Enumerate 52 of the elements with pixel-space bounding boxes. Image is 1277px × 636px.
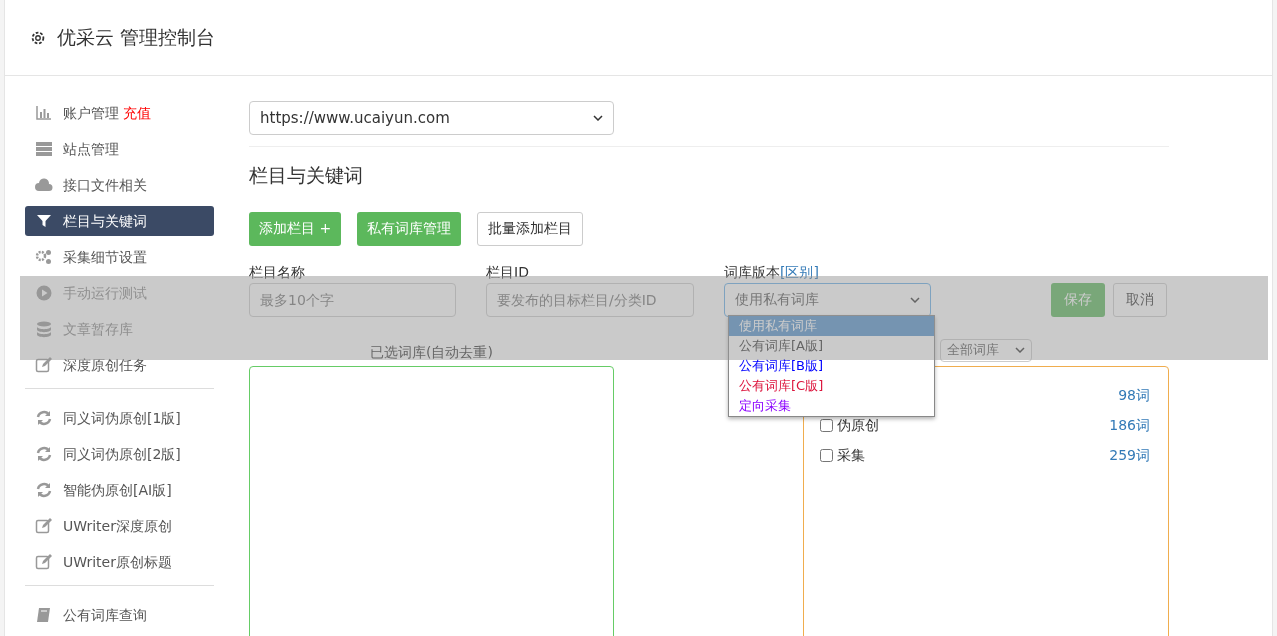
sidebar-item[interactable]: 账户管理 充值 — [25, 98, 214, 128]
play-icon — [35, 284, 53, 302]
console-title: 优采云 管理控制台 — [57, 25, 216, 51]
caret-icon — [1015, 347, 1025, 353]
edit-icon — [35, 517, 53, 535]
caret-icon — [910, 296, 920, 303]
database-icon — [35, 320, 53, 338]
refresh-icon — [35, 409, 53, 427]
cancel-button[interactable]: 取消 — [1113, 282, 1167, 317]
sidebar-item[interactable]: 接口文件相关 — [25, 170, 214, 200]
checkbox[interactable] — [820, 419, 833, 432]
dropdown-option[interactable]: 定向采集 — [729, 396, 934, 416]
caret-icon — [593, 115, 603, 121]
sidebar-item[interactable]: UWriter原创标题 — [25, 547, 214, 577]
sidebar-item[interactable]: 深度原创任务 — [25, 350, 214, 380]
edit-icon — [35, 553, 53, 571]
library-name: 伪原创 — [837, 416, 879, 435]
sidebar-item[interactable]: 公有词库查询 — [25, 600, 214, 630]
sidebar-item[interactable]: UWriter深度原创 — [25, 511, 214, 541]
section-title: 栏目与关键词 — [249, 163, 364, 188]
library-name: 采集 — [837, 446, 865, 465]
word-count: 186词 — [1109, 416, 1150, 435]
word-count: 98词 — [1118, 386, 1150, 405]
edit-icon — [35, 356, 53, 374]
sidebar-item[interactable]: 站点管理 — [25, 134, 214, 164]
bar-chart-icon — [35, 104, 53, 122]
word-count: 259词 — [1109, 446, 1150, 465]
checkbox[interactable] — [820, 449, 833, 462]
difference-link[interactable]: [区别] — [780, 263, 819, 280]
sidebar-item[interactable]: 智能伪原创[AI版] — [25, 475, 214, 505]
sidebar-item[interactable]: 采集细节设置 — [25, 242, 214, 272]
sidebar-item[interactable]: 同义词伪原创[2版] — [25, 439, 214, 469]
action-button[interactable]: 批量添加栏目 — [477, 211, 584, 246]
dropdown-option[interactable]: 公有词库[A版] — [729, 336, 934, 356]
book-icon — [35, 606, 53, 624]
name-field[interactable]: 最多10个字 — [249, 282, 456, 317]
filter-icon — [35, 212, 53, 230]
field-label: 栏目ID — [486, 262, 530, 282]
refresh-icon — [35, 445, 53, 463]
refresh-icon — [35, 481, 53, 499]
id-field[interactable]: 要发布的目标栏目/分类ID — [486, 282, 694, 317]
dropdown-option[interactable]: 公有词库[C版] — [729, 376, 934, 396]
cloud-upload-icon — [35, 176, 53, 194]
site-select[interactable]: https://www.ucaiyun.com — [249, 101, 614, 135]
panel-title: 已选词库(自动去重) — [369, 342, 494, 362]
sidebar-item[interactable]: 同义词伪原创[1版] — [25, 403, 214, 433]
dropdown-option[interactable]: 公有词库[B版] — [729, 356, 934, 376]
sidebar-item[interactable]: 栏目与关键词 — [25, 206, 214, 236]
recharge-link[interactable]: 充值 — [123, 102, 151, 124]
field-label: 栏目名称 — [249, 262, 306, 282]
server-icon — [35, 140, 53, 158]
field-label: 词库版本 — [724, 263, 780, 280]
